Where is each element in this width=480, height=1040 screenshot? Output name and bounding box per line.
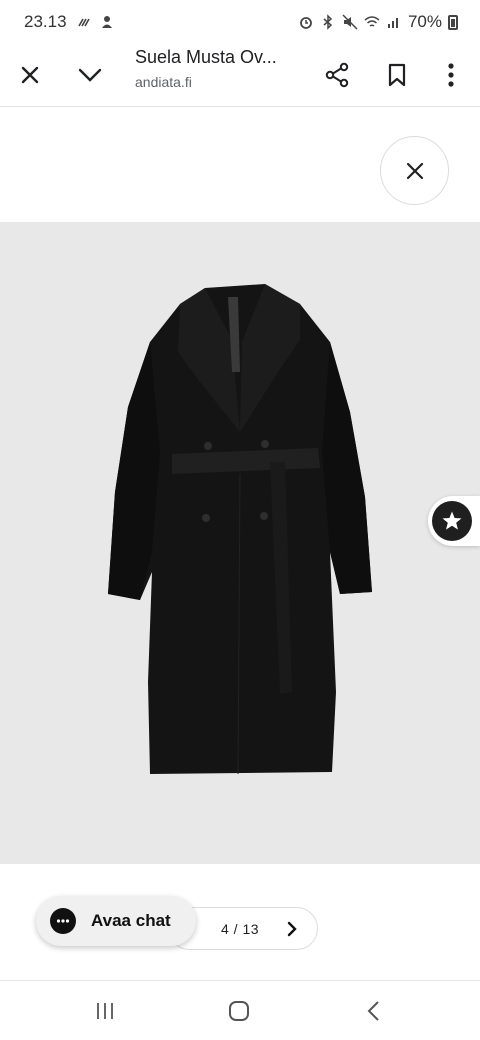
bookmark-icon [388,63,406,87]
gallery-close-button[interactable] [380,136,449,205]
chevron-right-icon [287,921,297,937]
status-left-icons [77,14,115,30]
back-icon [367,1001,379,1021]
back-button[interactable] [353,993,393,1029]
bookmark-button[interactable] [377,55,417,95]
battery-icon [448,14,458,30]
status-right: 70% [298,0,458,44]
close-icon [21,66,39,84]
page-title: Suela Musta Ov... [135,47,277,67]
pager-counter: 4 / 13 [221,920,260,937]
mute-icon [342,14,358,30]
recents-button[interactable] [85,993,125,1029]
battery-percent: 70% [407,12,442,31]
chevron-down-icon [78,68,102,82]
share-icon [325,62,349,88]
status-time: 23.13 [24,12,67,31]
favorites-tab[interactable] [428,496,480,546]
signal-activity-icon [77,18,90,27]
black-trench-coat-image [108,284,372,775]
close-icon [406,162,423,179]
star-circle [432,501,472,541]
home-icon [229,1001,249,1021]
toolbar-divider [0,106,480,107]
star-icon [442,511,462,530]
custom-tab-toolbar: Suela Musta Ov... andiata.fi [0,44,480,106]
chat-dots [56,919,70,923]
open-chat-button[interactable]: Avaa chat [36,896,196,946]
alarm-icon [300,17,312,29]
more-vert-icon [448,63,454,87]
notification-icon [101,16,112,28]
title-block: Suela Musta Ov... andiata.fi [135,47,305,90]
share-button[interactable] [317,55,357,95]
next-image-button[interactable] [281,918,303,940]
home-button[interactable] [219,993,259,1029]
bluetooth-icon [323,14,333,30]
system-nav-bar [0,981,480,1040]
more-options-button[interactable] [431,55,471,95]
status-bar: 23.13 70% [0,0,480,44]
chat-bubble-icon [50,908,76,934]
cell-signal-icon [387,18,398,28]
close-tab-button[interactable] [10,55,50,95]
wifi-icon [364,16,380,27]
page-domain: andiata.fi [135,74,192,90]
product-image[interactable] [0,222,480,864]
minimize-button[interactable] [70,55,110,95]
recents-icon [97,1003,113,1019]
chat-label: Avaa chat [91,911,171,930]
